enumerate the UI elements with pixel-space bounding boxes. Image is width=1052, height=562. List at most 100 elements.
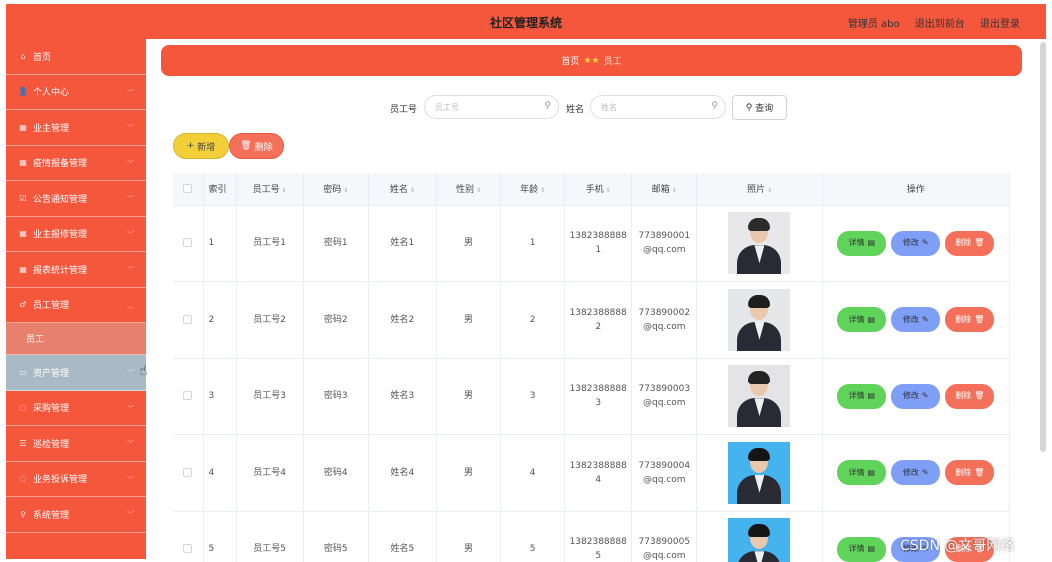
cell-name: 姓名2	[368, 281, 437, 359]
cell-emp-no: 员工号1	[236, 205, 304, 282]
cell-phone: 1382388888 4	[564, 434, 633, 512]
edit-button-label: 修改	[902, 314, 919, 324]
detail-button[interactable]: 详情 ▤	[837, 307, 887, 333]
column-header-photo[interactable]: 照片 ⇕	[696, 173, 823, 206]
batch-delete-button[interactable]: 🗑 删除	[229, 133, 284, 159]
back-to-frontend-link[interactable]: 退出到前台	[915, 19, 965, 30]
edit-button[interactable]: 修改 ✎	[891, 460, 941, 486]
sidebar-item[interactable]: ♂ 员工管理 ︿	[6, 288, 146, 323]
sort-icon[interactable]: ⇕	[672, 187, 677, 194]
cell-index: 5	[203, 511, 237, 562]
row-checkbox[interactable]	[183, 544, 193, 554]
sidebar-item[interactable]: ▦ 报表统计管理 ﹀	[6, 252, 146, 288]
sort-icon[interactable]: ⇕	[343, 187, 348, 194]
column-header-password[interactable]: 密码 ⇕	[303, 173, 369, 206]
delete-button[interactable]: 删除 🗑	[945, 307, 995, 333]
sidebar-item[interactable]: 员工	[6, 323, 146, 355]
edit-button[interactable]: 修改 ✎	[891, 230, 941, 256]
detail-button[interactable]: 详情 ▤	[837, 230, 887, 256]
row-select-cell	[173, 205, 204, 282]
sidebar-item[interactable]: ☰ 巡检管理 ﹀	[6, 426, 146, 462]
delete-button[interactable]: 删除 🗑	[945, 460, 995, 486]
cell-gender: 男	[436, 358, 502, 435]
column-header-email[interactable]: 邮箱 ⇕	[631, 173, 698, 206]
row-checkbox[interactable]	[183, 314, 193, 324]
sidebar-item[interactable]: ⚲ 系统管理 ﹀	[6, 497, 146, 533]
user-icon: 👤	[18, 87, 28, 97]
cell-photo	[696, 281, 823, 359]
select-all-checkbox[interactable]	[183, 183, 193, 193]
detail-button[interactable]: 详情 ▤	[837, 383, 887, 409]
sidebar-item[interactable]: ▦ 疫情报备管理 ﹀	[6, 146, 146, 181]
name-input[interactable]	[591, 96, 725, 118]
delete-button-label: 删除	[955, 391, 972, 401]
select-all-cell	[173, 173, 204, 206]
document-icon: ▤	[867, 238, 876, 248]
column-header-name[interactable]: 姓名 ⇕	[368, 173, 437, 206]
photo-hair	[748, 524, 771, 538]
breadcrumb: 首页 ★★ 员工	[161, 45, 1022, 76]
cell-gender: 男	[436, 281, 502, 359]
row-checkbox[interactable]	[183, 391, 193, 401]
edit-button[interactable]: 修改 ✎	[891, 383, 941, 409]
sidebar-item[interactable]: ▭ 资产管理 ﹀	[6, 355, 146, 391]
row-checkbox[interactable]	[183, 238, 193, 248]
chevron-down-icon: ﹀	[127, 124, 134, 132]
sidebar-menu: ⌂ 首页 👤 个人中心 ﹀ ▦ 业主管理 ﹀ ▦ 疫情报备管理 ﹀ ☑ 公告通知管理 ﹀ ▦ 业主报修管理 ﹀ ▦…	[6, 39, 146, 559]
pencil-icon: ✎	[921, 314, 929, 324]
sidebar-item[interactable]: ◌ 业务投诉管理 ﹀	[6, 462, 146, 497]
column-header-phone[interactable]: 手机 ⇕	[564, 173, 633, 206]
edit-button[interactable]: 修改 ✎	[891, 307, 941, 333]
delete-button-label: 删除	[955, 238, 972, 248]
query-button[interactable]: ⚲ 查询	[732, 95, 787, 120]
cell-phone: 1382388888 1	[564, 205, 633, 282]
name-label: 姓名	[566, 105, 585, 115]
sidebar-item[interactable]: ▦ 业主管理 ﹀	[6, 110, 146, 146]
sidebar-item[interactable]: 👤 个人中心 ﹀	[6, 75, 146, 110]
cell-emp-no: 员工号3	[236, 358, 304, 435]
document-icon: ▤	[867, 544, 876, 554]
employee-no-label: 员工号	[390, 105, 418, 115]
column-header-gender[interactable]: 性别 ⇕	[436, 173, 502, 206]
sort-icon[interactable]: ⇕	[767, 187, 772, 194]
cell-emp-no: 员工号5	[236, 511, 304, 562]
edit-button-label: 修改	[902, 467, 919, 477]
sidebar-item-label: 员工管理	[33, 301, 70, 312]
column-header-age[interactable]: 年龄 ⇕	[500, 173, 566, 206]
search-icon: ⚲	[544, 101, 551, 111]
cell-actions: 详情 ▤ 修改 ✎ 删除 🗑	[822, 281, 1011, 359]
delete-button[interactable]: 删除 🗑	[945, 230, 995, 256]
sidebar-item-label: 首页	[33, 52, 52, 63]
sort-icon[interactable]: ⇕	[410, 187, 415, 194]
row-checkbox[interactable]	[183, 467, 193, 477]
chevron-down-icon: ﹀	[127, 195, 134, 203]
sort-icon[interactable]: ⇕	[606, 187, 611, 194]
cell-gender: 男	[436, 511, 502, 562]
cell-actions: 详情 ▤ 修改 ✎ 删除 🗑	[822, 434, 1011, 512]
top-header: 社区管理系统 管理员 abo 退出到前台 退出登录	[6, 4, 1046, 39]
chevron-down-icon: ﹀	[127, 230, 134, 239]
sort-icon[interactable]: ⇕	[282, 187, 287, 194]
page-scrollbar[interactable]	[1040, 42, 1046, 452]
cell-photo	[696, 205, 823, 282]
sort-icon[interactable]: ⇕	[476, 187, 481, 194]
home-icon: ⌂	[20, 51, 26, 61]
monitor-icon: ▭	[19, 367, 27, 377]
breadcrumb-home[interactable]: 首页	[561, 54, 579, 67]
sidebar-item[interactable]: ◌ 采购管理 ﹀	[6, 391, 146, 426]
sidebar-item[interactable]: ☑ 公告通知管理 ﹀	[6, 181, 146, 217]
detail-button[interactable]: 详情 ▤	[837, 536, 887, 562]
delete-button[interactable]: 删除 🗑	[945, 383, 995, 409]
current-user: 管理员 abo	[847, 19, 900, 30]
employee-no-input[interactable]	[425, 96, 558, 118]
grid-icon: ▦	[19, 122, 27, 132]
detail-button-label: 详情	[848, 314, 865, 324]
detail-button[interactable]: 详情 ▤	[837, 460, 887, 486]
column-header-emp-no[interactable]: 员工号 ⇕	[236, 173, 304, 206]
sort-icon[interactable]: ⇕	[540, 187, 545, 194]
sidebar-item[interactable]: ⌂ 首页	[6, 39, 146, 75]
sidebar-item-label: 资产管理	[33, 368, 70, 379]
add-button[interactable]: + 新增	[173, 133, 229, 159]
logout-link[interactable]: 退出登录	[980, 19, 1020, 30]
sidebar-item[interactable]: ▦ 业主报修管理 ﹀	[6, 217, 146, 252]
